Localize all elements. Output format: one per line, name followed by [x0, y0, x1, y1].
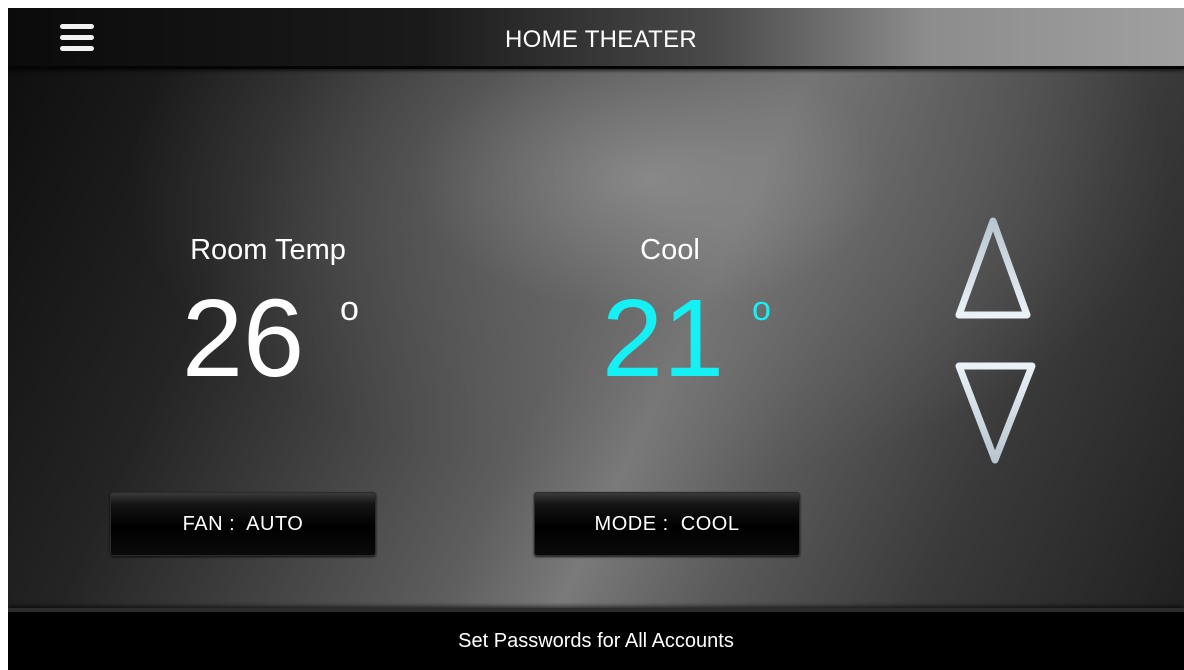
fan-mode-button[interactable]: FAN : AUTO — [110, 492, 376, 556]
header-bar: HOME THEATER — [8, 8, 1184, 69]
room-temp-value: 26 — [181, 277, 305, 400]
setpoint-mode-label: Cool — [640, 234, 700, 266]
footer-bar[interactable]: Set Passwords for All Accounts — [8, 608, 1184, 670]
triangle-down-icon[interactable] — [953, 356, 1038, 468]
footer-message[interactable]: Set Passwords for All Accounts — [8, 630, 1184, 653]
system-mode-button[interactable]: MODE : COOL — [534, 492, 800, 556]
room-temp-degree-symbol: o — [340, 290, 359, 328]
system-mode-button-label: MODE : COOL — [594, 512, 740, 535]
triangle-up-icon[interactable] — [953, 213, 1033, 325]
thermostat-app: HOME THEATER Room Temp 26 o Cool 21 o FA… — [8, 8, 1184, 670]
setpoint-value: 21 — [601, 277, 725, 400]
setpoint-degree-symbol: o — [752, 290, 771, 328]
room-temp-label: Room Temp — [190, 234, 346, 266]
fan-mode-button-label: FAN : AUTO — [182, 512, 304, 535]
page-title: HOME THEATER — [504, 26, 698, 53]
